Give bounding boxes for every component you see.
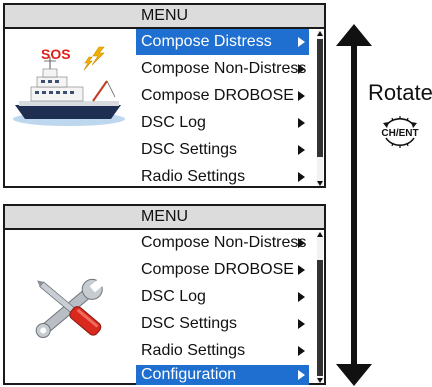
menu-item-label: DSC Log [141, 288, 206, 305]
submenu-arrow-icon [298, 118, 305, 128]
scroll-down-icon [317, 181, 323, 186]
menu-item-label: Compose DROBOSE [141, 261, 294, 278]
menu-item-compose-distress[interactable]: Compose Distress [136, 29, 309, 55]
menu-item-label: DSC Settings [141, 315, 238, 332]
scroll-thumb[interactable] [317, 39, 323, 157]
submenu-arrow-icon [298, 64, 305, 74]
submenu-arrow-icon [298, 172, 305, 182]
tools-illustration [35, 278, 104, 338]
rotate-label: Rotate [368, 80, 432, 105]
submenu-arrow-icon [298, 145, 305, 155]
menu-item-compose-non-distress[interactable]: Compose Non-Distress [136, 56, 309, 82]
menu-item-configuration[interactable]: Configuration [136, 365, 309, 385]
submenu-arrow-icon [298, 265, 305, 275]
menu-item-dsc-log[interactable]: DSC Log [136, 284, 309, 310]
menu-panel-top: MENU SOS Compose Distress Compose Non-Di… [3, 3, 326, 188]
menu-item-dsc-settings[interactable]: DSC Settings [136, 137, 309, 163]
menu-item-dsc-log[interactable]: DSC Log [136, 110, 309, 136]
submenu-arrow-icon [298, 91, 305, 101]
scroll-down-icon [317, 378, 323, 383]
menu-title: MENU [5, 5, 324, 29]
menu-scrollbar[interactable] [317, 232, 323, 383]
scroll-up-icon [317, 232, 323, 237]
menu-item-label: Compose Distress [141, 33, 272, 50]
scroll-thumb[interactable] [317, 260, 323, 376]
menu-item-label: DSC Log [141, 114, 206, 131]
ch-ent-dial-icon[interactable]: CH/ENT [378, 110, 422, 150]
submenu-arrow-icon [298, 370, 305, 380]
menu-item-radio-settings[interactable]: Radio Settings [136, 338, 309, 364]
menu-item-label: Compose Non-Distress [141, 60, 307, 77]
ship-distress-illustration: SOS [13, 46, 125, 126]
menu-panel-bottom: MENU Compose Non-Distress Compose DROBOS… [3, 204, 326, 385]
dial-label: CH/ENT [381, 128, 418, 139]
menu-item-label: Radio Settings [141, 168, 246, 185]
menu-item-label: Configuration [141, 366, 237, 383]
submenu-arrow-icon [298, 346, 305, 356]
sos-label: SOS [41, 46, 71, 62]
submenu-arrow-icon [298, 319, 305, 329]
menu-scrollbar[interactable] [317, 31, 323, 186]
menu-item-label: Compose Non-Distress [141, 234, 307, 251]
submenu-arrow-icon [298, 37, 305, 47]
menu-item-dsc-settings[interactable]: DSC Settings [136, 311, 309, 337]
up-down-arrow-icon [336, 24, 372, 386]
menu-item-label: DSC Settings [141, 141, 238, 158]
menu-item-compose-drobose[interactable]: Compose DROBOSE [136, 257, 309, 283]
submenu-arrow-icon [298, 292, 305, 302]
menu-item-compose-non-distress[interactable]: Compose Non-Distress [136, 230, 309, 256]
menu-title: MENU [5, 206, 324, 230]
menu-item-compose-drobose[interactable]: Compose DROBOSE [136, 83, 309, 109]
menu-item-label: Compose DROBOSE [141, 87, 294, 104]
menu-item-label: Radio Settings [141, 342, 246, 359]
menu-item-radio-settings[interactable]: Radio Settings [136, 164, 309, 190]
submenu-arrow-icon [298, 238, 305, 248]
scroll-up-icon [317, 31, 323, 36]
